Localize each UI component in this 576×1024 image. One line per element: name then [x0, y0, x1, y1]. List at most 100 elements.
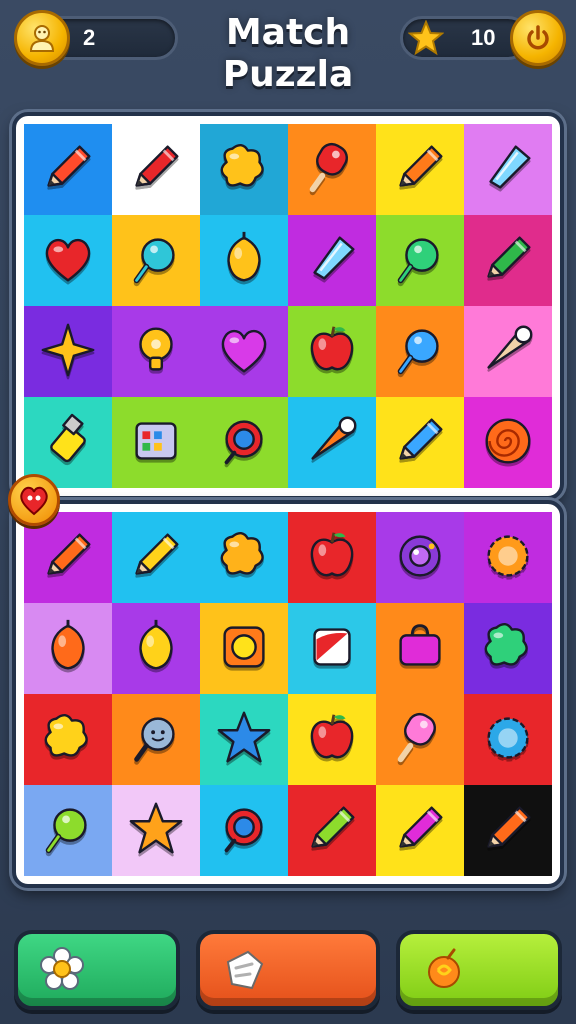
cone-icon [477, 319, 539, 385]
top-tile-r1-c3[interactable] [200, 124, 288, 215]
top-tile-r2-c4[interactable] [288, 215, 376, 306]
pencil-icon [37, 525, 99, 591]
bottom-tile-r2-c2[interactable] [112, 603, 200, 694]
candy-button[interactable] [396, 930, 562, 1010]
drop-icon [389, 319, 451, 385]
smiley-coin-icon[interactable] [14, 10, 70, 66]
heart-token-icon[interactable] [8, 474, 60, 526]
star-icon [125, 798, 187, 864]
bottom-tile-r1-c4[interactable] [288, 512, 376, 603]
pencil-icon [389, 137, 451, 203]
crystal-icon [477, 137, 539, 203]
cookie-icon [213, 410, 275, 476]
blob-icon [213, 525, 275, 591]
bottom-tile-r1-c3[interactable] [200, 512, 288, 603]
swirl-icon [477, 410, 539, 476]
bottom-tile-r4-c1[interactable] [24, 785, 112, 876]
bag-icon [389, 616, 451, 682]
apple-icon [301, 525, 363, 591]
flower-icon [40, 947, 84, 990]
stars-value: 10 [471, 25, 496, 50]
bottom-tile-r3-c1[interactable] [24, 694, 112, 785]
top-tile-r3-c4[interactable] [288, 306, 376, 397]
top-tile-r3-c6[interactable] [464, 306, 552, 397]
cone-icon [301, 410, 363, 476]
top-tile-r4-c6[interactable] [464, 397, 552, 488]
top-tile-r2-c5[interactable] [376, 215, 464, 306]
top-tile-r1-c1[interactable] [24, 124, 112, 215]
bottom-tile-r4-c6[interactable] [464, 785, 552, 876]
bottom-tile-r3-c4[interactable] [288, 694, 376, 785]
acorn-icon [213, 228, 275, 294]
bottom-tile-r3-c2[interactable] [112, 694, 200, 785]
top-tile-r1-c2[interactable] [112, 124, 200, 215]
bottom-tile-r1-c5[interactable] [376, 512, 464, 603]
top-tile-r2-c3[interactable] [200, 215, 288, 306]
top-tile-r3-c1[interactable] [24, 306, 112, 397]
bottom-tile-r3-c6[interactable] [464, 694, 552, 785]
bottom-puzzle-board [12, 500, 564, 888]
cookie-icon [213, 798, 275, 864]
pencil-icon [301, 798, 363, 864]
top-tile-r4-c3[interactable] [200, 397, 288, 488]
top-tile-r3-c5[interactable] [376, 306, 464, 397]
star4-icon [37, 319, 99, 385]
bottom-tile-r2-c6[interactable] [464, 603, 552, 694]
acorn-icon [125, 616, 187, 682]
blob-icon [213, 137, 275, 203]
flower-button[interactable] [14, 930, 180, 1010]
bottom-tile-r2-c4[interactable] [288, 603, 376, 694]
heart-icon [37, 228, 99, 294]
heart-icon [213, 319, 275, 385]
power-coin-icon[interactable] [510, 10, 566, 66]
top-tile-r2-c2[interactable] [112, 215, 200, 306]
frame-icon [213, 616, 275, 682]
top-tile-r3-c3[interactable] [200, 306, 288, 397]
bottom-tile-r4-c5[interactable] [376, 785, 464, 876]
top-tile-r1-c6[interactable] [464, 124, 552, 215]
swap-button[interactable] [196, 930, 380, 1010]
swap-icon [226, 950, 264, 990]
box-icon [301, 616, 363, 682]
blob-icon [477, 616, 539, 682]
bottom-tile-r2-c5[interactable] [376, 603, 464, 694]
bulb-icon [125, 319, 187, 385]
bottom-tile-r1-c2[interactable] [112, 512, 200, 603]
bottom-tile-r4-c3[interactable] [200, 785, 288, 876]
apple-icon [301, 319, 363, 385]
pop-icon [301, 137, 363, 203]
moves-value: 2 [83, 25, 96, 50]
top-tile-r2-c6[interactable] [464, 215, 552, 306]
top-tile-r1-c4[interactable] [288, 124, 376, 215]
blob-icon [37, 707, 99, 773]
drop-icon [37, 798, 99, 864]
bottom-tile-r1-c6[interactable] [464, 512, 552, 603]
usb-icon [37, 410, 99, 476]
top-tile-r4-c5[interactable] [376, 397, 464, 488]
orb-icon [389, 525, 451, 591]
gear-icon [477, 707, 539, 773]
pencil-icon [125, 525, 187, 591]
candy-icon [428, 948, 460, 988]
page-title: Match Puzzla [188, 12, 388, 96]
top-tile-r4-c2[interactable] [112, 397, 200, 488]
pencil-icon [477, 798, 539, 864]
drop-icon [125, 228, 187, 294]
pencil-icon [37, 137, 99, 203]
bottom-tile-r2-c1[interactable] [24, 603, 112, 694]
top-tile-r1-c5[interactable] [376, 124, 464, 215]
bottom-tile-r3-c5[interactable] [376, 694, 464, 785]
pencil-icon [477, 228, 539, 294]
title-line-1: Match [225, 12, 351, 53]
pencil-icon [389, 798, 451, 864]
bottom-tile-r3-c3[interactable] [200, 694, 288, 785]
bottom-tile-r2-c3[interactable] [200, 603, 288, 694]
apple-icon [301, 707, 363, 773]
bottom-tile-r4-c2[interactable] [112, 785, 200, 876]
bottom-tile-r4-c4[interactable] [288, 785, 376, 876]
crystal-icon [301, 228, 363, 294]
top-tile-r3-c2[interactable] [112, 306, 200, 397]
top-tile-r2-c1[interactable] [24, 215, 112, 306]
star-icon [407, 19, 445, 60]
top-tile-r4-c4[interactable] [288, 397, 376, 488]
